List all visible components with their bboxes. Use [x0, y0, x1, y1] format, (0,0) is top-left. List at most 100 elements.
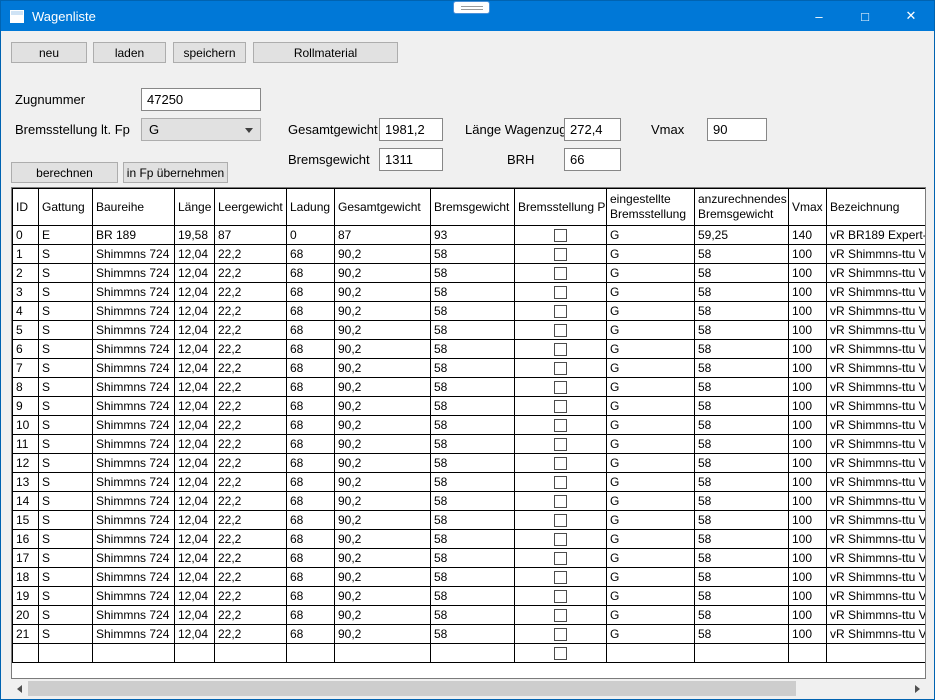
maximize-button[interactable]: □ [842, 1, 888, 31]
cell-gattung[interactable]: S [39, 530, 93, 549]
bremsgewicht-input[interactable] [379, 148, 443, 171]
cell-ladung[interactable] [287, 644, 335, 663]
cell-laenge[interactable]: 12,04 [175, 625, 215, 644]
cell-vmax[interactable]: 100 [789, 416, 827, 435]
cell-laenge[interactable]: 12,04 [175, 435, 215, 454]
bremsstellung-p-checkbox[interactable] [554, 305, 567, 318]
cell-ladung[interactable]: 68 [287, 568, 335, 587]
cell-vmax[interactable]: 100 [789, 245, 827, 264]
cell-gattung[interactable]: S [39, 283, 93, 302]
cell-eingestellte-bremsstellung[interactable]: G [607, 606, 695, 625]
minimize-button[interactable]: – [796, 1, 842, 31]
cell-baureihe[interactable]: Shimmns 724 [93, 568, 175, 587]
cell-bremsstellung-p[interactable] [515, 264, 607, 283]
cell-anzurechnendes-bremsgewicht[interactable]: 58 [695, 530, 789, 549]
cell-leergewicht[interactable]: 22,2 [215, 321, 287, 340]
cell-ladung[interactable]: 68 [287, 359, 335, 378]
cell-vmax[interactable]: 140 [789, 226, 827, 245]
cell-bezeichnung[interactable]: vR Shimmns-ttu VB [827, 587, 926, 606]
scrollbar-thumb[interactable] [28, 681, 796, 696]
cell-anzurechnendes-bremsgewicht[interactable]: 58 [695, 264, 789, 283]
cell-anzurechnendes-bremsgewicht[interactable]: 58 [695, 473, 789, 492]
cell-baureihe[interactable]: Shimmns 724 [93, 530, 175, 549]
bremsstellung-p-checkbox[interactable] [554, 495, 567, 508]
cell-bezeichnung[interactable]: vR Shimmns-ttu VB [827, 473, 926, 492]
cell-id[interactable]: 1 [13, 245, 39, 264]
cell-bremsstellung-p[interactable] [515, 454, 607, 473]
bremsstellung-p-checkbox[interactable] [554, 229, 567, 242]
cell-leergewicht[interactable]: 22,2 [215, 378, 287, 397]
cell-bremsstellung-p[interactable] [515, 416, 607, 435]
bremsstellung-p-checkbox[interactable] [554, 628, 567, 641]
cell-eingestellte-bremsstellung[interactable]: G [607, 340, 695, 359]
bremsstellung-p-checkbox[interactable] [554, 590, 567, 603]
cell-bremsgewicht[interactable]: 58 [431, 492, 515, 511]
cell-eingestellte-bremsstellung[interactable]: G [607, 473, 695, 492]
cell-vmax[interactable]: 100 [789, 625, 827, 644]
cell-gesamtgewicht[interactable]: 90,2 [335, 435, 431, 454]
cell-laenge[interactable]: 12,04 [175, 302, 215, 321]
cell-anzurechnendes-bremsgewicht[interactable]: 58 [695, 397, 789, 416]
cell-eingestellte-bremsstellung[interactable]: G [607, 492, 695, 511]
cell-eingestellte-bremsstellung[interactable]: G [607, 264, 695, 283]
col-header-eingestellte-bremsstellung[interactable]: eingestellte Bremsstellung [607, 189, 695, 226]
cell-ladung[interactable]: 68 [287, 435, 335, 454]
cell-bremsgewicht[interactable]: 58 [431, 587, 515, 606]
cell-bezeichnung[interactable]: vR Shimmns-ttu VB [827, 435, 926, 454]
cell-leergewicht[interactable]: 22,2 [215, 359, 287, 378]
cell-bremsstellung-p[interactable] [515, 302, 607, 321]
cell-bezeichnung[interactable]: vR Shimmns-ttu VB [827, 625, 926, 644]
cell-gattung[interactable]: S [39, 511, 93, 530]
cell-vmax[interactable]: 100 [789, 378, 827, 397]
cell-id[interactable] [13, 644, 39, 663]
cell-laenge[interactable]: 12,04 [175, 321, 215, 340]
bremsstellung-p-checkbox[interactable] [554, 286, 567, 299]
cell-gattung[interactable]: S [39, 340, 93, 359]
cell-laenge[interactable]: 12,04 [175, 549, 215, 568]
cell-leergewicht[interactable]: 22,2 [215, 435, 287, 454]
bremsstellung-p-checkbox[interactable] [554, 609, 567, 622]
cell-bezeichnung[interactable]: vR Shimmns-ttu VB [827, 492, 926, 511]
cell-leergewicht[interactable]: 22,2 [215, 245, 287, 264]
cell-bremsgewicht[interactable]: 93 [431, 226, 515, 245]
cell-bremsgewicht[interactable]: 58 [431, 416, 515, 435]
cell-bremsstellung-p[interactable] [515, 340, 607, 359]
cell-gesamtgewicht[interactable]: 90,2 [335, 302, 431, 321]
neu-button[interactable]: neu [11, 42, 87, 63]
cell-leergewicht[interactable]: 22,2 [215, 530, 287, 549]
cell-leergewicht[interactable]: 22,2 [215, 492, 287, 511]
cell-bezeichnung[interactable]: vR Shimmns-ttu VB [827, 359, 926, 378]
bremsstellung-p-checkbox[interactable] [554, 457, 567, 470]
cell-bezeichnung[interactable]: vR Shimmns-ttu VB [827, 549, 926, 568]
cell-bremsstellung-p[interactable] [515, 587, 607, 606]
scroll-left-button[interactable] [11, 680, 28, 697]
cell-baureihe[interactable]: Shimmns 724 [93, 321, 175, 340]
cell-leergewicht[interactable]: 22,2 [215, 549, 287, 568]
cell-gesamtgewicht[interactable]: 90,2 [335, 625, 431, 644]
cell-ladung[interactable]: 68 [287, 321, 335, 340]
bremsstellung-p-checkbox[interactable] [554, 533, 567, 546]
col-header-bremsgewicht[interactable]: Bremsgewicht [431, 189, 515, 226]
cell-id[interactable]: 20 [13, 606, 39, 625]
cell-baureihe[interactable] [93, 644, 175, 663]
col-header-id[interactable]: ID [13, 189, 39, 226]
col-header-gattung[interactable]: Gattung [39, 189, 93, 226]
scroll-right-button[interactable] [909, 680, 926, 697]
cell-bezeichnung[interactable]: vR Shimmns-ttu VB [827, 397, 926, 416]
cell-laenge[interactable]: 12,04 [175, 416, 215, 435]
cell-gattung[interactable]: S [39, 302, 93, 321]
cell-bremsgewicht[interactable]: 58 [431, 511, 515, 530]
cell-anzurechnendes-bremsgewicht[interactable]: 58 [695, 245, 789, 264]
cell-gattung[interactable]: S [39, 245, 93, 264]
cell-gattung[interactable]: S [39, 568, 93, 587]
cell-id[interactable]: 0 [13, 226, 39, 245]
col-header-baureihe[interactable]: Baureihe [93, 189, 175, 226]
cell-baureihe[interactable]: Shimmns 724 [93, 473, 175, 492]
cell-bremsstellung-p[interactable] [515, 530, 607, 549]
cell-leergewicht[interactable]: 22,2 [215, 454, 287, 473]
cell-gesamtgewicht[interactable]: 90,2 [335, 568, 431, 587]
cell-id[interactable]: 9 [13, 397, 39, 416]
cell-eingestellte-bremsstellung[interactable]: G [607, 454, 695, 473]
cell-leergewicht[interactable]: 22,2 [215, 302, 287, 321]
col-header-leergewicht[interactable]: Leergewicht [215, 189, 287, 226]
